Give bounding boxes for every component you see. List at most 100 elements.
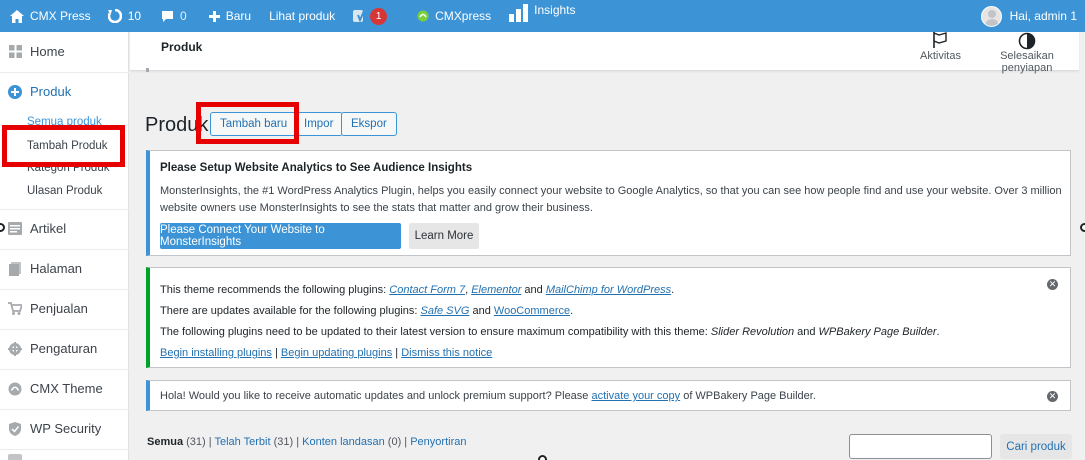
plugins-notice: This theme recommends the following plug… [146,267,1071,368]
pipe: | [401,436,411,448]
menu-cmx-theme[interactable]: CMX Theme [0,381,129,396]
insights-label: Insights [534,3,576,17]
safe-svg-link[interactable]: Safe SVG [421,305,470,317]
menu-settings[interactable]: Pengaturan [0,341,129,356]
menu-divider [0,409,129,410]
wpbakery-notice-text: Hola! Would you like to receive automati… [160,390,816,402]
menu-posts[interactable]: Artikel [0,221,129,236]
highlight-box-add-product [2,125,125,167]
learn-more-button[interactable]: Learn More [409,223,479,249]
menu-divider [0,329,129,330]
site-name-link[interactable]: CMX Press [0,0,98,32]
compat-plugins-line: The following plugins need to be updated… [160,326,940,338]
flag-icon [933,32,947,48]
site-name: CMX Press [30,9,91,23]
dismiss-notice-link[interactable]: Dismiss this notice [401,347,492,359]
connect-insights-button[interactable]: Please Connect Your Website to MonsterIn… [160,223,401,249]
pipe: | [271,347,281,359]
wpbakery-name: WPBakery Page Builder [818,326,937,338]
recommended-prefix: This theme recommends the following plug… [160,284,390,296]
filter-drafts-count: (0) [384,436,402,448]
menu-wp-security[interactable]: WP Security [0,421,129,436]
comments-count: 0 [180,9,187,23]
woocommerce-link[interactable]: WooCommerce [494,305,570,317]
begin-updating-link[interactable]: Begin updating plugins [281,347,392,359]
menu-sales[interactable]: Penjualan [0,301,129,316]
avatar [980,5,1002,27]
contact-form-7-link[interactable]: Contact Form 7 [389,284,465,296]
new-content-link[interactable]: Baru [202,0,258,32]
menu-divider [0,289,129,290]
greeting: Hai, admin 1 [1009,9,1077,23]
menu-pages-label: Halaman [30,261,83,276]
wpbakery-notice: Hola! Would you like to receive automati… [146,380,1071,411]
menu-home[interactable]: Home [0,44,129,59]
account-menu[interactable]: Hai, admin 1 [980,0,1077,32]
insights-notice-heading: Please Setup Website Analytics to See Au… [160,162,473,174]
slider-revolution-name: Slider Revolution [710,326,795,338]
import-button[interactable]: Impor [294,112,344,136]
admin-bar: CMX Press 10 0 Baru Lihat produk 1 CMXpr… [0,0,1085,32]
menu-divider [0,209,129,210]
product-search-input[interactable] [849,434,992,459]
yoast-badge: 1 [370,7,388,25]
conjunction: and [521,284,546,296]
filter-drafts[interactable]: Konten landasan [302,436,385,448]
filter-sorting[interactable]: Penyortiran [410,436,466,448]
close-icon[interactable]: ✕ [1047,279,1058,290]
activity-button[interactable]: Aktivitas [920,32,961,62]
mailchimp-link[interactable]: MailChimp for WordPress [546,284,671,296]
updates-count: 10 [127,9,142,23]
updates-plugins-line: There are updates available for the foll… [160,305,573,317]
shield-icon [8,421,22,436]
search-products-button[interactable]: Cari produk [1000,434,1072,459]
view-products-link[interactable]: Lihat produk [262,0,342,32]
elementor-link[interactable]: Elementor [471,284,521,296]
submenu-product-reviews[interactable]: Ulasan Produk [27,185,102,197]
menu-divider [0,72,129,73]
menu-products-label: Produk [30,84,72,99]
yoast-icon [353,9,367,23]
cmx-icon [417,10,429,22]
menu-cmx-theme-label: CMX Theme [30,381,103,396]
insights-notice-body: MonsterInsights, the #1 WordPress Analyt… [160,185,1062,214]
comments-link[interactable]: 0 [154,0,194,32]
activate-copy-link[interactable]: activate your copy [591,390,680,402]
begin-installing-link[interactable]: Begin installing plugins [160,347,272,359]
cmx-icon [8,382,22,396]
resize-handle[interactable] [538,455,547,460]
view-label: Lihat produk [269,9,336,23]
export-button[interactable]: Ekspor [341,112,397,136]
gear-icon [8,341,22,356]
filter-all-count: (31) [183,436,206,448]
period: . [671,284,675,296]
highlight-box-add-new [196,102,299,144]
close-icon[interactable]: ✕ [1047,391,1058,402]
updates-prefix: There are updates available for the foll… [160,305,421,317]
dashboard-icon [8,45,22,59]
resize-handle[interactable] [1080,223,1085,232]
insights-bars-icon [509,4,529,22]
finish-setup-label: Selesaikan penyiapan [1000,50,1054,74]
updates-link[interactable]: 10 [101,0,148,32]
insights-link[interactable]: Insights [502,0,582,32]
menu-products[interactable]: Produk [0,84,129,99]
finish-setup-button[interactable]: Selesaikan penyiapan [977,32,1077,74]
menu-home-label: Home [30,44,65,59]
header-handle [146,68,149,72]
menu-divider [0,249,129,250]
header-title: Produk [161,40,203,54]
period: . [936,326,940,338]
yoast-link[interactable]: 1 [346,0,394,32]
menu-pages[interactable]: Halaman [0,261,129,276]
post-icon [8,222,22,236]
filter-published[interactable]: Telah Terbit [214,436,270,448]
menu-wp-security-label: WP Security [30,421,102,436]
filter-all[interactable]: Semua [147,436,183,448]
admin-sidebar: Home Produk Semua produk Tambah Produk K… [0,32,129,460]
recommended-plugins-line: This theme recommends the following plug… [160,284,674,296]
compat-prefix: The following plugins need to be updated… [160,326,711,338]
pipe: | [392,347,402,359]
menu-sales-label: Penjualan [30,301,88,316]
cmxpress-link[interactable]: CMXpress [410,0,498,32]
